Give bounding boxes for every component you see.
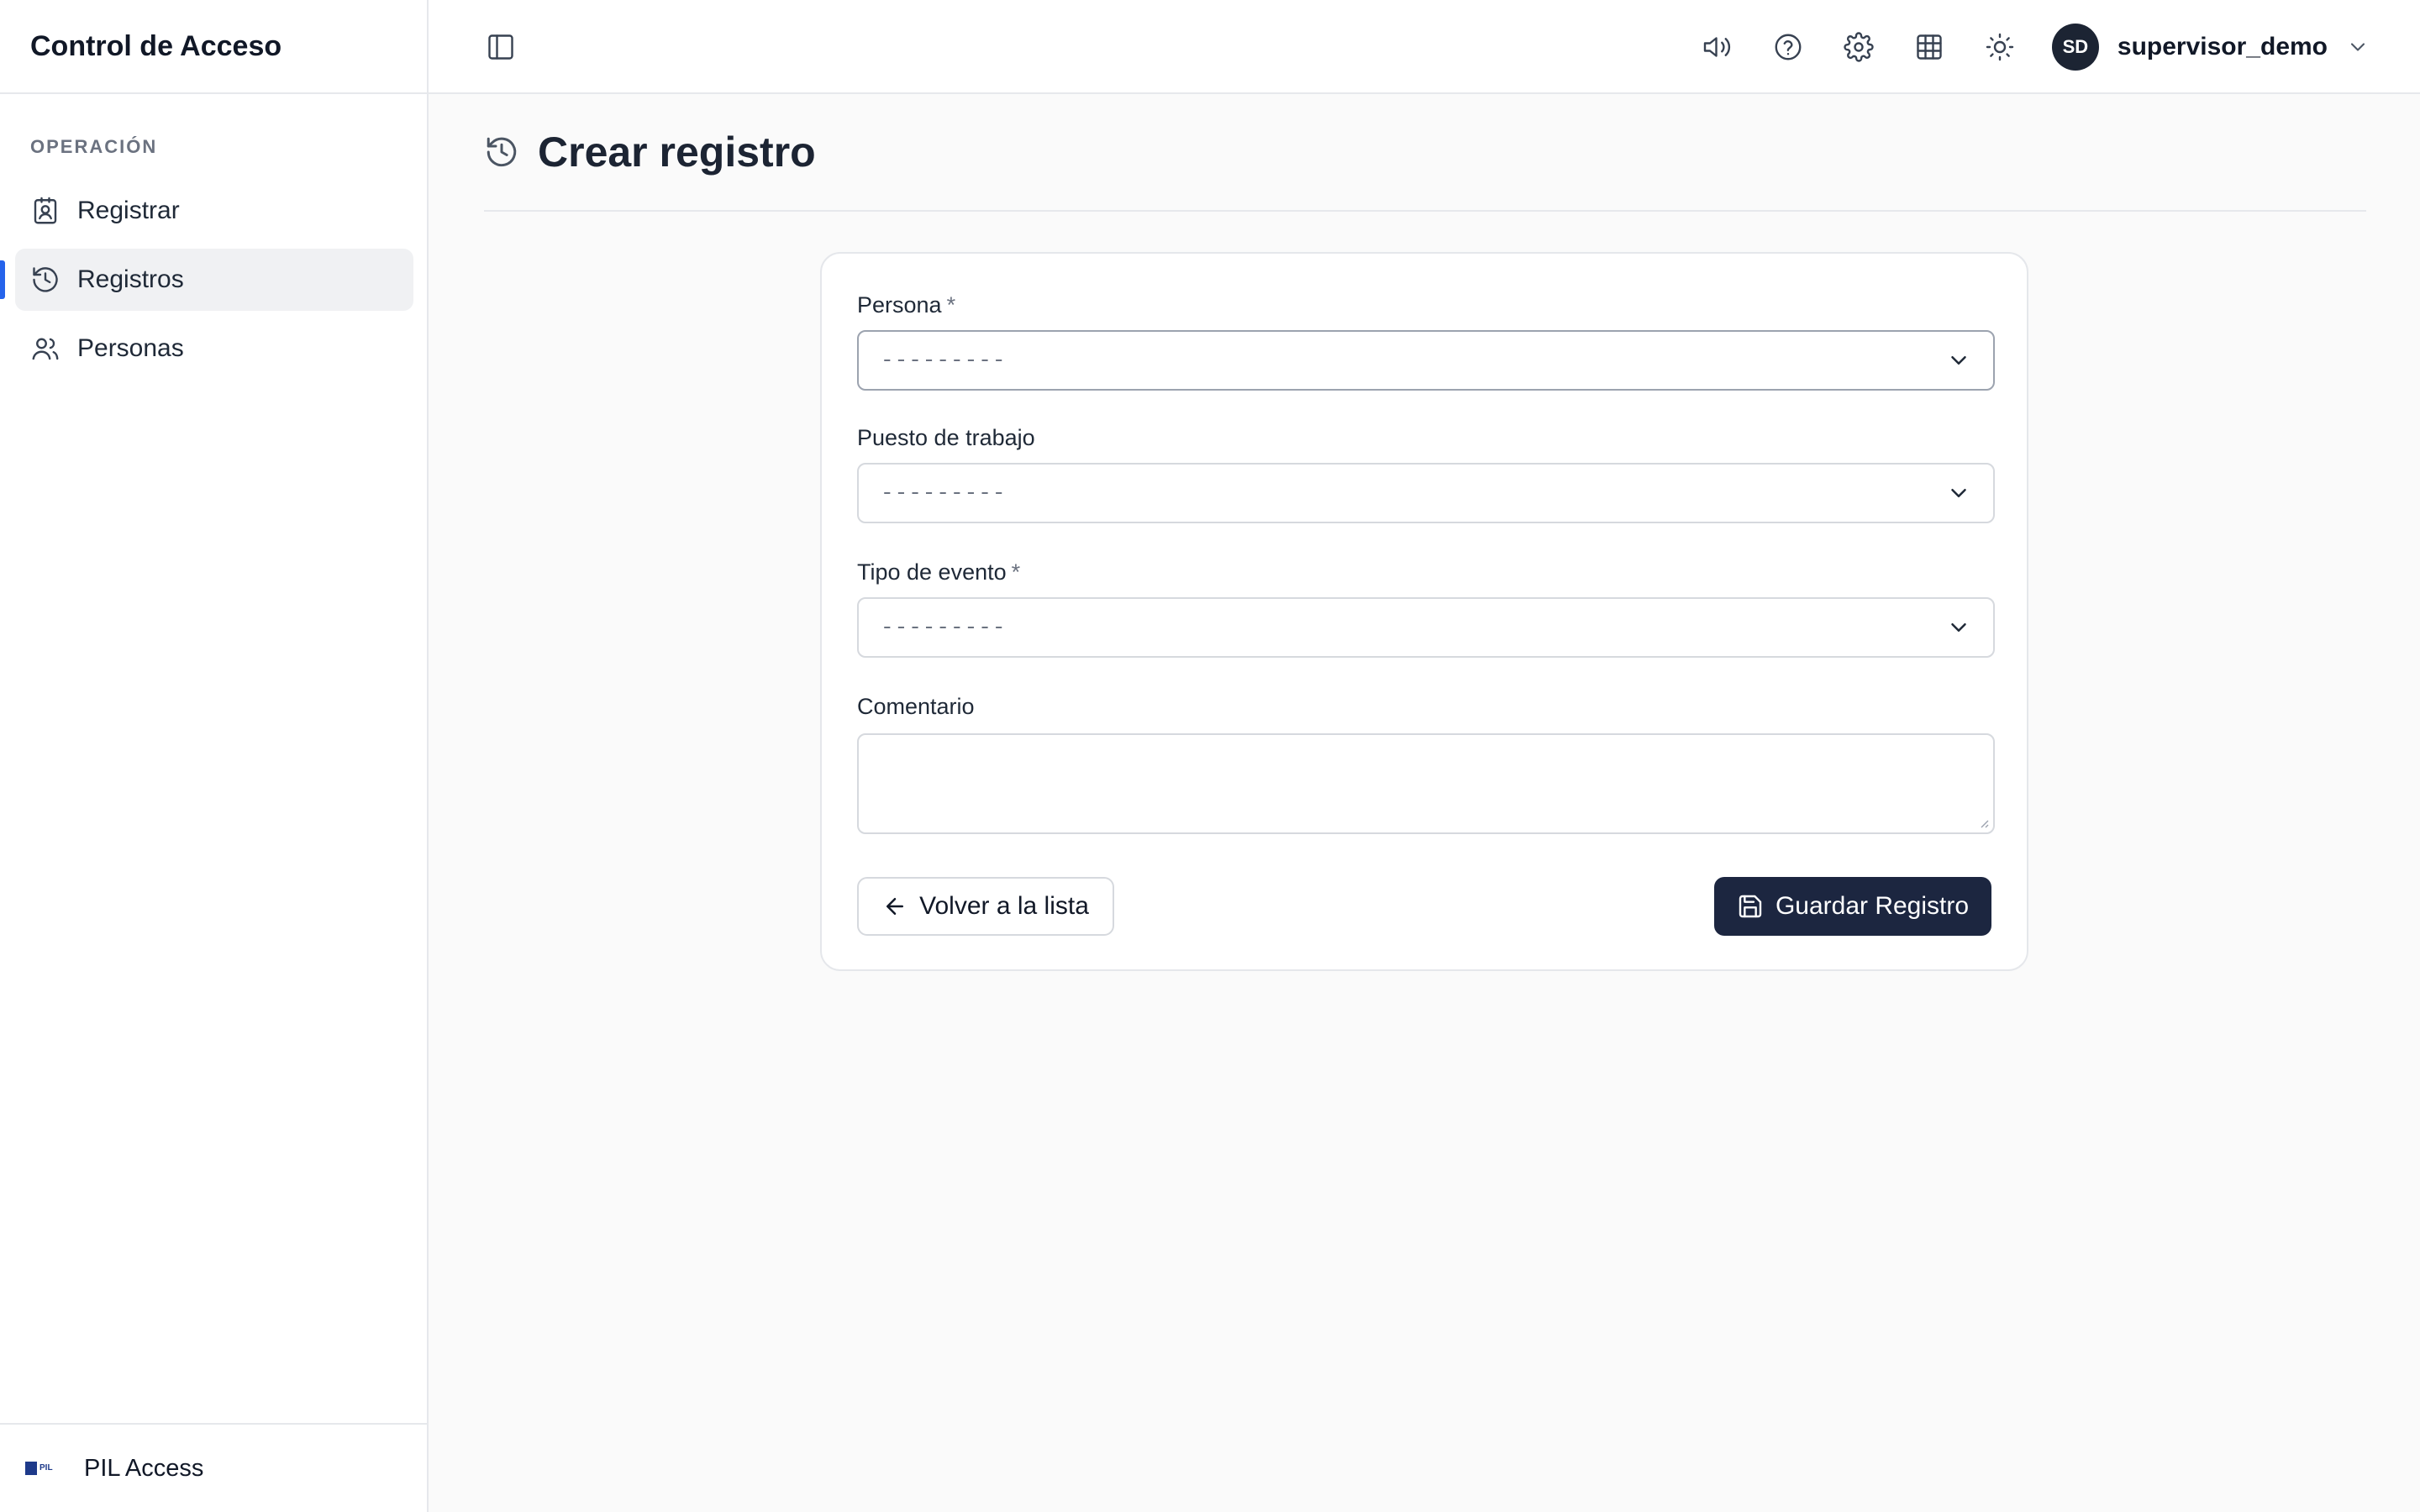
- arrow-left-icon: [882, 894, 908, 919]
- app-root: Control de Acceso OPERACIÓN Registrar Re…: [0, 0, 2420, 1512]
- puesto-select[interactable]: ---------: [857, 463, 1995, 523]
- history-icon: [484, 134, 519, 170]
- sidebar-toggle-icon[interactable]: [486, 32, 516, 62]
- chevron-down-icon: [1946, 480, 1971, 506]
- persona-select[interactable]: ---------: [857, 330, 1995, 391]
- tipo-evento-label: Tipo de evento *: [857, 559, 1021, 585]
- back-to-list-button[interactable]: Volver a la lista: [857, 877, 1114, 936]
- page-header: Crear registro: [484, 94, 2366, 212]
- page-title: Crear registro: [538, 129, 816, 176]
- persona-select-value: ---------: [881, 348, 1007, 373]
- history-icon: [30, 265, 60, 295]
- contact-icon: [30, 196, 60, 226]
- users-icon: [30, 333, 60, 364]
- tipo-evento-select-value: ---------: [881, 615, 1007, 640]
- puesto-label: Puesto de trabajo: [857, 425, 1035, 450]
- sidebar-item-label: Registros: [77, 265, 184, 293]
- puesto-field: Puesto de trabajo ---------: [857, 425, 1995, 523]
- comentario-label: Comentario: [857, 694, 975, 719]
- save-icon: [1737, 893, 1764, 920]
- grid-icon[interactable]: [1912, 30, 1946, 64]
- back-button-label: Volver a la lista: [919, 892, 1089, 920]
- resize-grip-icon[interactable]: [1976, 816, 1990, 829]
- chevron-down-icon[interactable]: [2346, 35, 2370, 59]
- footer-app-name: PIL Access: [84, 1454, 204, 1482]
- comentario-textarea[interactable]: [857, 733, 1995, 834]
- sidebar-nav: Registrar Registros Personas: [0, 180, 427, 380]
- sidebar-item-registros[interactable]: Registros: [0, 249, 413, 311]
- sidebar-item-registrar[interactable]: Registrar: [15, 180, 413, 242]
- create-record-form: Persona * --------- Puesto de trabajo ---…: [820, 252, 2028, 971]
- save-button-label: Guardar Registro: [1775, 892, 1970, 920]
- tipo-evento-select[interactable]: ---------: [857, 597, 1995, 658]
- username[interactable]: supervisor_demo: [2118, 33, 2328, 61]
- sidebar-item-label: Registrar: [77, 197, 180, 224]
- persona-field: Persona * ---------: [857, 292, 1995, 391]
- sidebar-section-label: OPERACIÓN: [30, 136, 158, 157]
- help-icon[interactable]: [1771, 30, 1805, 64]
- sidebar-item-label: Personas: [77, 334, 184, 362]
- persona-label: Persona *: [857, 292, 956, 318]
- volume-icon[interactable]: [1701, 30, 1734, 64]
- save-record-button[interactable]: Guardar Registro: [1714, 877, 1991, 936]
- topbar: SD supervisor_demo: [429, 0, 2420, 94]
- settings-icon[interactable]: [1842, 30, 1876, 64]
- sidebar-footer: PIL PIL Access: [0, 1423, 427, 1512]
- puesto-select-value: ---------: [881, 480, 1007, 506]
- comentario-field: Comentario: [857, 694, 1995, 834]
- chevron-down-icon: [1946, 615, 1971, 640]
- tipo-evento-field: Tipo de evento * ---------: [857, 559, 1995, 658]
- sun-icon[interactable]: [1983, 30, 2017, 64]
- sidebar: Control de Acceso OPERACIÓN Registrar Re…: [0, 0, 429, 1512]
- company-logo: PIL: [25, 1459, 59, 1478]
- sidebar-item-personas[interactable]: Personas: [15, 318, 413, 380]
- app-title: Control de Acceso: [0, 0, 427, 94]
- avatar[interactable]: SD: [2051, 24, 2099, 71]
- topbar-actions: SD supervisor_demo: [1664, 0, 2370, 94]
- chevron-down-icon: [1946, 348, 1971, 373]
